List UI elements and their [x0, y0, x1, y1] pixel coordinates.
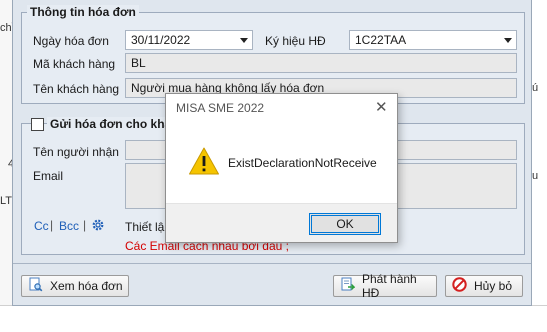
cancel-button[interactable]: Hủy bỏ — [445, 275, 523, 297]
customer-code-value: BL — [131, 56, 146, 70]
warning-icon — [188, 146, 220, 176]
document-send-icon — [340, 277, 356, 295]
message-dialog: MISA SME 2022 ✕ ExistDeclarationNotRecei… — [165, 93, 398, 243]
background-snippet: u — [532, 170, 539, 182]
footer-divider — [13, 263, 531, 264]
link-separator: | — [83, 218, 87, 232]
issue-invoice-label: Phát hành HĐ — [362, 272, 417, 300]
cc-link[interactable]: Cc — [34, 219, 49, 233]
invoice-info-title: Thông tin hóa đơn — [27, 5, 139, 19]
customer-code-field: BL — [125, 53, 517, 73]
document-search-icon — [28, 277, 43, 295]
chevron-down-icon[interactable] — [240, 38, 248, 43]
customer-code-label: Mã khách hàng — [33, 57, 116, 71]
ok-label: OK — [336, 217, 354, 231]
email-settings-label: Thiết lậ — [125, 220, 165, 234]
dialog-message: ExistDeclarationNotReceive — [228, 156, 377, 170]
gear-icon[interactable] — [91, 218, 105, 232]
invoice-date-picker[interactable]: 30/11/2022 — [125, 30, 253, 50]
dialog-title: MISA SME 2022 — [176, 101, 265, 115]
invoice-symbol-value: 1C22TAA — [355, 33, 407, 47]
invoice-symbol-select[interactable]: 1C22TAA — [349, 30, 517, 50]
issue-invoice-button[interactable]: Phát hành HĐ — [333, 272, 437, 300]
chevron-down-icon[interactable] — [504, 38, 512, 43]
background-snippet: ú — [532, 82, 539, 94]
ok-button[interactable]: OK — [309, 213, 381, 235]
bcc-link[interactable]: Bcc — [59, 219, 79, 233]
cancel-label: Hủy bỏ — [474, 279, 513, 293]
view-invoice-label: Xem hóa đơn — [50, 279, 123, 293]
background-snippet: LT — [0, 195, 13, 207]
email-label: Email — [33, 169, 64, 183]
dialog-footer: OK — [166, 203, 397, 242]
recipient-label: Tên người nhận — [33, 145, 119, 159]
customer-name-label: Tên khách hàng — [33, 82, 120, 96]
background-bottom-grid — [0, 305, 547, 332]
send-invoice-checkbox[interactable] — [31, 118, 44, 131]
no-entry-icon — [452, 277, 467, 295]
invoice-date-value: 30/11/2022 — [131, 33, 191, 47]
invoice-symbol-label: Ký hiệu HĐ — [265, 34, 326, 48]
send-invoice-title: Gửi hóa đơn cho khác — [47, 117, 181, 131]
view-invoice-button[interactable]: Xem hóa đơn — [21, 275, 129, 297]
link-separator: | — [50, 218, 54, 232]
invoice-date-label: Ngày hóa đơn — [33, 34, 109, 48]
close-icon[interactable]: ✕ — [375, 100, 388, 115]
